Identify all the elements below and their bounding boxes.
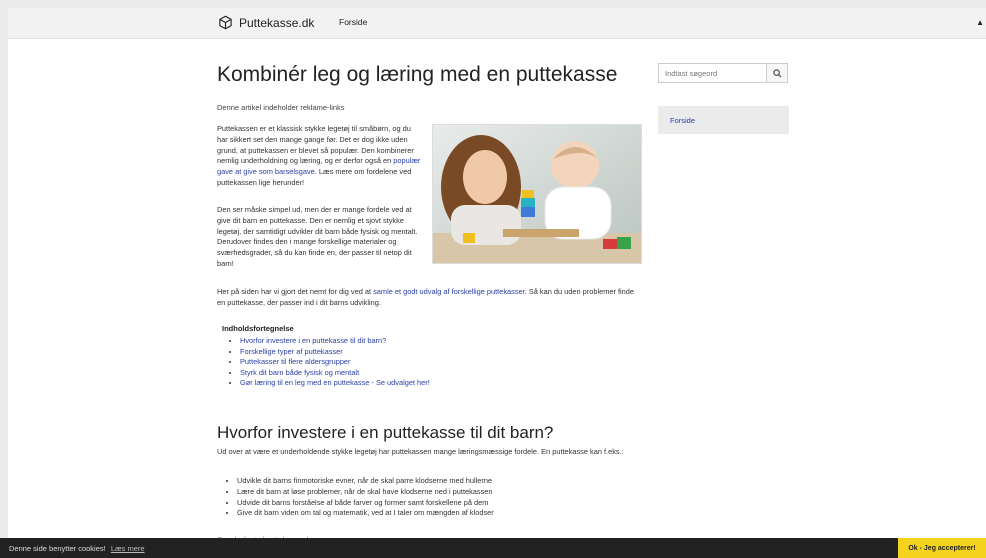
toc-link[interactable]: Hvorfor investere i en puttekasse til di…: [240, 336, 386, 345]
intro-paragraph-3: Her på siden har vi gjort det nemt for d…: [217, 287, 643, 309]
why-paragraph: Ud over at være et underholdende stykke …: [217, 447, 624, 456]
top-navbar: Puttekasse.dk Forside ▲: [8, 8, 986, 39]
section-heading: Hvorfor investere i en puttekasse til di…: [217, 423, 554, 442]
page-title: Kombinér leg og læring med en puttekasse: [217, 63, 618, 86]
toc-link[interactable]: Styrk dit barn både fysisk og mentalt: [240, 368, 359, 377]
search-icon: [772, 68, 782, 78]
intro1-text-a: Puttekassen er et klassisk stykke legetø…: [217, 124, 414, 166]
toc-link[interactable]: Puttekasser til flere aldersgrupper: [240, 357, 351, 366]
sidebar: Forside: [658, 63, 791, 134]
list-item: Lære dit barn at løse problemer, når de …: [237, 487, 657, 498]
list-item: Udvikle dit barns finmotoriske evner, nå…: [237, 476, 657, 487]
toc-title: Indholdsfortegnelse: [222, 324, 294, 333]
intro3-text-a: Her på siden har vi gjort det nemt for d…: [217, 287, 374, 296]
cookie-accept-button[interactable]: Ok - Jeg accepterer!: [898, 538, 986, 558]
toc-link[interactable]: Gør læring til en leg med en puttekasse …: [240, 378, 430, 387]
toc-item: Puttekasser til flere aldersgrupper: [240, 357, 522, 368]
intro-paragraph-1: Puttekassen er et klassisk stykke legetø…: [217, 124, 422, 189]
page-content: Kombinér leg og læring med en puttekasse…: [8, 39, 986, 558]
hero-image: [432, 124, 642, 264]
cookie-message: Denne side benytter cookies! Læs mere: [9, 544, 145, 553]
search-form: [658, 63, 791, 83]
cookie-read-more-link[interactable]: Læs mere: [111, 544, 145, 553]
box-icon: [219, 15, 232, 30]
intro-paragraph-2: Den ser måske simpel ud, men der er mang…: [217, 205, 418, 268]
toc-item: Gør læring til en leg med en puttekasse …: [240, 378, 522, 389]
chevron-up-icon[interactable]: ▲: [976, 18, 984, 27]
cookie-text: Denne side benytter cookies!: [9, 544, 106, 553]
search-input[interactable]: [658, 63, 766, 83]
toc-item: Hvorfor investere i en puttekasse til di…: [240, 336, 522, 347]
ad-disclaimer: Denne artikel indeholder reklame-links: [217, 103, 345, 112]
cookie-banner: Denne side benytter cookies! Læs mere Ok…: [0, 538, 986, 558]
nav-item-home[interactable]: Forside: [339, 17, 367, 27]
brand-link[interactable]: Puttekasse.dk: [218, 15, 314, 30]
brand-name: Puttekasse.dk: [239, 15, 315, 30]
sidebar-item-home[interactable]: Forside: [658, 106, 789, 134]
selection-link[interactable]: samle et godt udvalg af forskellige putt…: [373, 287, 525, 296]
benefits-list: Udvikle dit barns finmotoriske evner, nå…: [217, 476, 657, 519]
table-of-contents: Indholdsfortegnelse Hvorfor investere i …: [222, 324, 522, 389]
list-item: Give dit barn viden om tal og matematik,…: [237, 508, 657, 519]
toc-item: Forskellige typer af puttekasser: [240, 347, 522, 358]
search-button[interactable]: [766, 63, 788, 83]
toc-item: Styrk dit barn både fysisk og mentalt: [240, 368, 522, 379]
list-item: Udvide dit barns forståelse af både farv…: [237, 498, 657, 509]
toc-link[interactable]: Forskellige typer af puttekasser: [240, 347, 343, 356]
